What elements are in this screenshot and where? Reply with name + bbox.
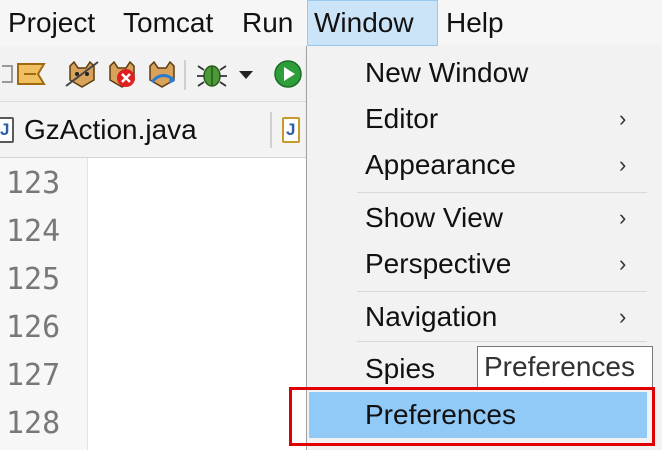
menu-project[interactable]: Project — [8, 0, 95, 46]
chevron-right-icon: › — [619, 251, 627, 276]
line-number: 127 — [6, 358, 61, 393]
debug-icon[interactable] — [196, 60, 228, 88]
chevron-right-icon: › — [619, 304, 627, 329]
tab-label: GzAction.java — [24, 114, 197, 145]
menu-help[interactable]: Help — [446, 0, 504, 46]
java-file-icon — [0, 116, 14, 143]
menu-item-label: Spies — [365, 353, 436, 384]
line-number: 128 — [6, 406, 61, 441]
menu-item-label: Perspective — [365, 248, 512, 279]
build-icon[interactable] — [0, 60, 50, 88]
menu-run[interactable]: Run — [242, 0, 293, 46]
line-number: 123 — [6, 166, 61, 201]
highlight-annotation-box — [289, 387, 655, 446]
tab-divider — [270, 112, 272, 148]
menu-tomcat[interactable]: Tomcat — [123, 0, 213, 46]
menu-item-label: New Window — [365, 57, 529, 88]
chevron-right-icon: › — [619, 205, 627, 230]
run-icon[interactable] — [272, 60, 304, 88]
preferences-tooltip: Preferences — [477, 346, 653, 388]
menu-separator — [357, 192, 647, 193]
menu-item-label: Navigation — [365, 301, 498, 332]
menu-item-label: Show View — [365, 202, 504, 233]
menu-item-label: Appearance — [365, 149, 517, 180]
line-number: 125 — [6, 262, 61, 297]
menu-item-editor[interactable]: Editor › — [307, 96, 662, 142]
tomcat-restart-icon[interactable] — [144, 60, 180, 88]
chevron-right-icon: › — [619, 106, 627, 131]
line-number-gutter: 123 124 125 126 127 128 — [0, 158, 88, 450]
dropdown-arrow-icon[interactable] — [236, 60, 256, 88]
menu-item-new-window[interactable]: New Window — [307, 50, 662, 96]
menu-item-perspective[interactable]: Perspective › — [307, 241, 662, 287]
line-number: 126 — [6, 310, 61, 345]
menu-item-show-view[interactable]: Show View › — [307, 195, 662, 241]
chevron-right-icon: › — [619, 152, 627, 177]
java-file-warning-icon — [282, 116, 300, 143]
menu-item-label: Editor — [365, 103, 439, 134]
menu-separator — [357, 291, 647, 292]
menu-item-appearance[interactable]: Appearance › — [307, 142, 662, 188]
tomcat-stop-icon[interactable] — [104, 60, 140, 88]
tab-gzaction-java[interactable]: GzAction.java — [0, 102, 197, 158]
menu-bar: Project Tomcat Run Window Help — [0, 0, 662, 46]
tomcat-start-icon[interactable] — [64, 60, 100, 88]
toolbar-divider — [184, 60, 186, 90]
menu-window[interactable]: Window — [307, 0, 438, 46]
menu-separator — [357, 341, 647, 342]
line-number: 124 — [6, 214, 61, 249]
menu-item-navigation[interactable]: Navigation › — [307, 294, 662, 340]
